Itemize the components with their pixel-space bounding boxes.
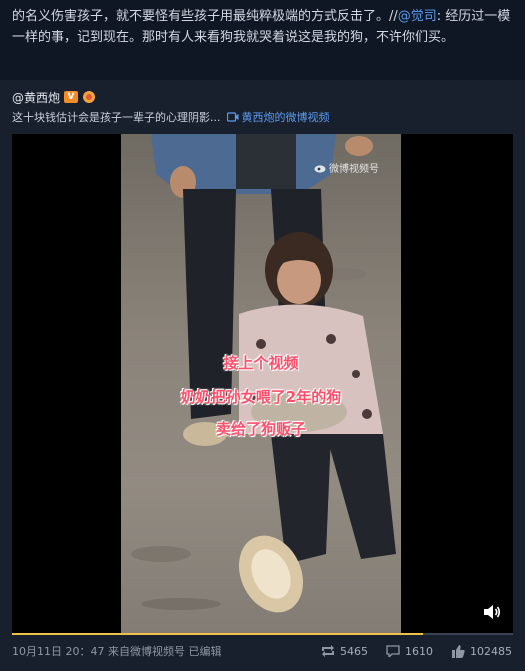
video-scene-image [131, 134, 396, 613]
caption-line-1: 接上个视频 [223, 354, 299, 372]
like-button[interactable]: 102485 [451, 644, 512, 658]
post-timestamp: 10月11日 20：47 来自微博视频号 已编辑 [12, 645, 222, 658]
video-player[interactable]: 微博视频号 接上个视频 奶奶把孙女喂了2年的狗 卖给了狗贩子 [12, 134, 513, 634]
repost-author-row: @黄西炮 V [12, 88, 96, 106]
mention-link[interactable]: @觉司 [398, 9, 437, 24]
comment-count: 1610 [405, 644, 433, 658]
caption-line-3: 卖给了狗贩子 [215, 420, 306, 438]
repost-icon [322, 645, 334, 657]
repost-description: 这十块钱估计会是孩子一辈子的心理阴影... [12, 111, 221, 124]
fan-badge-icon [83, 91, 96, 103]
comment-icon [386, 645, 400, 657]
post-stats: 5465 1610 102485 [321, 644, 512, 658]
video-link-label: 黄西炮的微博视频 [241, 111, 330, 124]
post-body: 的名义伤害孩子，就不要怪有些孩子用最纯粹极端的方式反击了。//@觉司: 经历过一… [12, 6, 512, 48]
thumbs-up-icon [452, 644, 465, 658]
watermark: 微博视频号 [314, 160, 379, 175]
video-progress-fill [12, 633, 423, 635]
caption-line-2: 奶奶把孙女喂了2年的狗 [180, 388, 342, 406]
repost-description-row: 这十块钱估计会是孩子一辈子的心理阴影... 黄西炮的微博视频 [12, 109, 330, 125]
video-frame[interactable]: 微博视频号 接上个视频 奶奶把孙女喂了2年的狗 卖给了狗贩子 [121, 134, 401, 634]
comment-button[interactable]: 1610 [386, 645, 433, 658]
verified-badge-icon: V [64, 91, 79, 103]
repost-author-name[interactable]: @黄西炮 [12, 89, 60, 106]
video-progress-bar[interactable] [12, 633, 513, 635]
repost-button[interactable]: 5465 [321, 645, 368, 658]
repost-count: 5465 [340, 644, 368, 658]
video-link-icon [226, 112, 238, 122]
weibo-logo-icon [314, 164, 326, 173]
volume-icon[interactable] [483, 604, 501, 620]
video-link[interactable]: 黄西炮的微博视频 [226, 109, 330, 125]
post-text-part1: 的名义伤害孩子，就不要怪有些孩子用最纯粹极端的方式反击了。// [12, 9, 398, 24]
watermark-text: 微博视频号 [329, 164, 379, 175]
post-footer: 10月11日 20：47 来自微博视频号 已编辑 5465 1610 10248… [12, 642, 512, 660]
like-count: 102485 [470, 644, 512, 658]
